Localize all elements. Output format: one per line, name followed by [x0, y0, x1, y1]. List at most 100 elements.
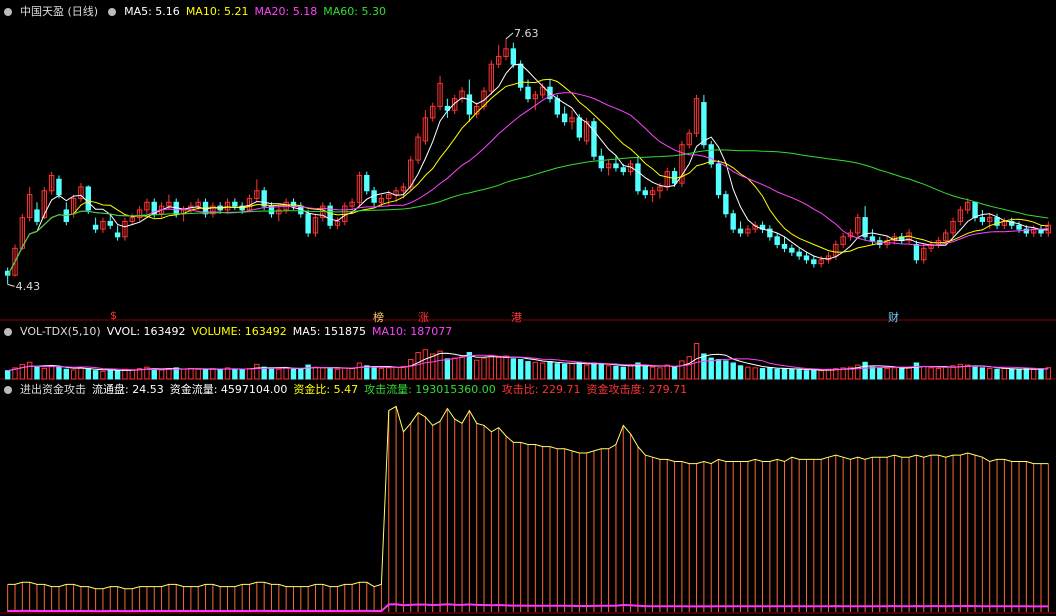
candle-body — [796, 251, 802, 257]
candle-body — [869, 236, 876, 242]
candle-body — [305, 213, 311, 234]
volume-bar — [408, 359, 414, 380]
volume-bar — [430, 353, 436, 380]
volume-bar — [254, 363, 260, 380]
volume-bar — [664, 364, 670, 380]
volume-bar — [4, 370, 11, 380]
volume-bar — [613, 365, 619, 380]
volume-bar — [298, 368, 304, 380]
candle-body — [913, 243, 920, 261]
volume-bar — [188, 368, 194, 380]
event-marker[interactable]: 涨 — [418, 309, 429, 325]
volume-bar — [459, 356, 465, 380]
volume-bar — [781, 368, 788, 380]
candle-body — [525, 86, 531, 100]
volume-bar — [378, 368, 385, 380]
volume-bar — [642, 365, 648, 380]
candle-body — [576, 117, 582, 138]
volume-bar — [232, 368, 238, 380]
candle-body — [85, 186, 91, 211]
volume-bar — [312, 366, 319, 380]
volume-bar — [730, 362, 736, 380]
volume-bar — [422, 349, 429, 380]
low-pointer — [7, 283, 15, 287]
volume-bar — [356, 362, 363, 380]
candle-body — [364, 174, 370, 192]
candle-body — [723, 194, 729, 215]
volume-bar — [950, 365, 956, 380]
volume-bar — [759, 368, 766, 380]
volume-bar — [994, 368, 1000, 380]
volume-bar — [1038, 368, 1044, 380]
stock-chart[interactable] — [0, 0, 1056, 616]
candle-body — [591, 121, 597, 157]
volume-bar — [495, 356, 502, 380]
candle-body — [972, 201, 978, 219]
volume-bar — [180, 368, 187, 380]
volume-bar — [899, 368, 905, 380]
volume-bar — [796, 369, 802, 380]
volume-bar — [327, 368, 333, 380]
volume-bar — [41, 368, 48, 380]
volume-bar — [1030, 368, 1037, 380]
volume-bar — [239, 369, 245, 380]
volume-bar — [56, 366, 62, 380]
volume-bar — [811, 369, 817, 380]
volume-bar — [825, 368, 832, 380]
event-marker[interactable]: 港 — [511, 309, 522, 325]
volume-bar — [195, 368, 201, 380]
volume-bar — [774, 368, 780, 380]
candle-body — [261, 190, 267, 207]
volume-bar — [217, 368, 223, 380]
volume-bar — [862, 361, 868, 380]
volume-bar — [965, 364, 971, 380]
volume-bar — [715, 359, 722, 380]
volume-bar — [48, 365, 55, 380]
candle-body — [671, 171, 678, 184]
event-marker[interactable]: 财 — [888, 309, 899, 325]
volume-bar — [943, 366, 949, 380]
volume-bar — [510, 358, 517, 380]
volume-bar — [972, 366, 978, 380]
volume-bar — [891, 367, 898, 380]
candle-body — [107, 220, 113, 226]
volume-bar — [1023, 368, 1030, 380]
volume-bar — [789, 368, 795, 380]
volume-bar — [224, 367, 231, 380]
volume-bar — [129, 369, 135, 380]
volume-bar — [474, 359, 480, 380]
volume-bar — [884, 368, 890, 380]
volume-bar — [320, 367, 326, 380]
candle-body — [789, 247, 795, 253]
volume-bar — [517, 359, 524, 380]
volume-bar — [290, 368, 297, 380]
volume-bar — [481, 357, 487, 380]
volume-bar — [334, 368, 341, 380]
candle-body — [620, 167, 626, 173]
event-marker[interactable]: $ — [110, 309, 117, 322]
volume-bar — [166, 368, 172, 380]
volume-bar — [1001, 368, 1008, 380]
volume-bar — [745, 366, 751, 380]
volume-bar — [246, 368, 253, 380]
volume-bar — [305, 364, 311, 380]
volume-bar — [906, 366, 912, 380]
low-price-label: 4.43 — [15, 280, 41, 294]
volume-bar — [85, 368, 91, 380]
candle-body — [92, 224, 99, 230]
candle-body — [774, 236, 780, 245]
candle-body — [466, 94, 473, 115]
volume-bar — [78, 367, 84, 380]
volume-bar — [488, 354, 495, 380]
volume-bar — [679, 360, 685, 380]
volume-bar — [657, 367, 663, 380]
volume-bar — [503, 355, 509, 380]
volume-bar — [452, 357, 458, 380]
event-marker[interactable]: 榜 — [373, 309, 384, 325]
volume-bar — [928, 367, 934, 380]
ma-line-ma20 — [7, 92, 1049, 276]
candle-body — [781, 243, 788, 249]
volume-bar — [752, 367, 758, 380]
volume-bar — [437, 350, 443, 380]
candle-body — [715, 163, 722, 196]
